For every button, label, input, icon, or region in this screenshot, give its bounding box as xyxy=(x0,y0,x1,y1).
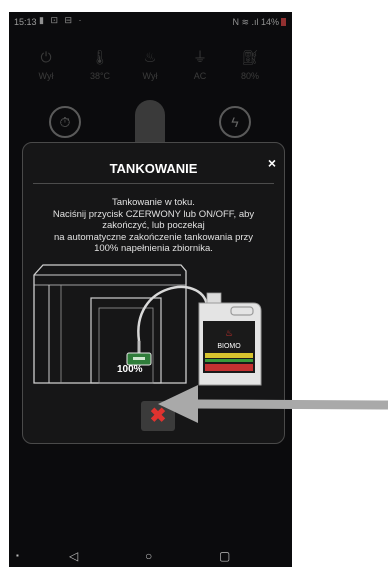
annotation-arrow xyxy=(158,385,389,423)
